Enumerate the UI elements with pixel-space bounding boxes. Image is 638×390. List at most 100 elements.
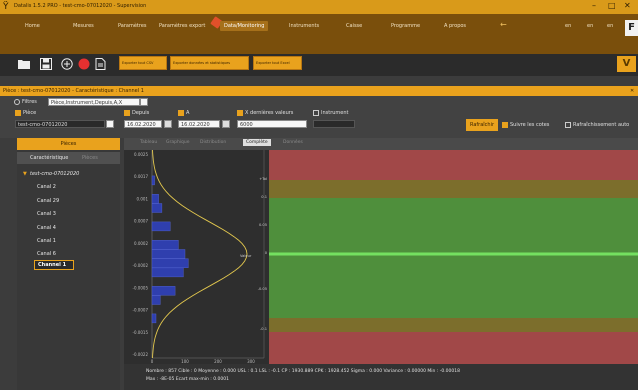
filters-dropdown-icon[interactable] xyxy=(140,98,148,106)
x-values-checkbox[interactable] xyxy=(237,110,243,116)
histogram-bar xyxy=(151,221,171,232)
tab-pieces[interactable]: Pièces xyxy=(17,138,120,150)
control-limit-label: 0.05 xyxy=(259,223,267,227)
control-limit-labels: +Tol 0.1 0.05 0 -0.05 -0.1 Valeur xyxy=(240,177,268,331)
menu-item-parametres[interactable]: Paramètres xyxy=(118,23,147,29)
follow-checkbox[interactable] xyxy=(502,122,508,128)
menu-item-a-propos[interactable]: A propos xyxy=(444,23,466,29)
y-tick-label: 0.0007 xyxy=(134,219,148,224)
tree-item[interactable]: Canal 3 xyxy=(37,211,56,217)
x-values-field[interactable]: 6000 xyxy=(237,120,307,128)
depuis-checkbox[interactable] xyxy=(124,110,130,116)
piece-select[interactable]: test-cmo-07012020 xyxy=(15,120,105,128)
center-tag: Valeur xyxy=(240,254,252,258)
lang-button-1[interactable]: en xyxy=(565,23,571,29)
y-tick-label: -0.0022 xyxy=(133,352,149,357)
tab-distribution[interactable]: Distribution xyxy=(200,140,226,145)
depuis-date-field[interactable]: 16.02.2020 xyxy=(124,120,162,128)
band-olive-bottom xyxy=(269,318,638,332)
a-date-field[interactable]: 16.02.2020 xyxy=(178,120,220,128)
auto-refresh-checkbox[interactable] xyxy=(565,122,571,128)
maximize-button[interactable]: □ xyxy=(608,2,616,10)
back-arrow-icon[interactable]: ← xyxy=(500,20,507,29)
subtab-caracteristique[interactable]: Caractéristique xyxy=(30,155,68,161)
open-folder-icon[interactable] xyxy=(17,58,31,70)
menu-item-programme[interactable]: Programme xyxy=(391,23,420,29)
histogram-bar xyxy=(151,295,161,305)
stats-line-2: Max : -8E-05 Ecart max-min : 0.0001 xyxy=(146,377,229,382)
fat-client-icon[interactable]: F xyxy=(625,20,638,36)
tab-donnees[interactable]: Données xyxy=(283,140,303,145)
control-limit-label: 0.1 xyxy=(261,195,267,199)
tab-complete[interactable]: Complète xyxy=(243,139,271,146)
tree-item[interactable]: Canal 2 xyxy=(37,184,56,190)
refresh-button[interactable]: Rafraîchir xyxy=(466,119,498,131)
y-tick-label: 0.0025 xyxy=(134,152,148,157)
menu-item-instruments[interactable]: Instruments xyxy=(289,23,319,29)
band-red-top xyxy=(269,150,638,180)
menu-item-parametres-export[interactable]: Paramètres export xyxy=(159,23,205,29)
menu-item-mesures[interactable]: Mesures xyxy=(73,23,94,29)
panel-header: Pièce : test-cmo-07012020 - Caractéristi… xyxy=(0,86,638,96)
document-icon[interactable] xyxy=(95,58,106,70)
menu-item-home[interactable]: Home xyxy=(25,23,40,29)
a-calendar-icon[interactable] xyxy=(222,120,230,128)
histogram-bar xyxy=(151,194,159,204)
histogram-bar xyxy=(151,286,176,296)
instrument-select[interactable] xyxy=(313,120,355,128)
subtab-pieces[interactable]: Pièces xyxy=(82,155,98,161)
collapse-corner-icon[interactable]: V xyxy=(617,56,636,72)
menu-bar xyxy=(0,14,638,54)
lang-button-2[interactable]: en xyxy=(587,23,593,29)
add-icon[interactable] xyxy=(61,58,73,70)
tree-item[interactable]: Canal 4 xyxy=(37,225,56,231)
auto-refresh-label: Rafraîchissement auto xyxy=(573,122,630,128)
filter-toggle-icon[interactable] xyxy=(14,99,20,105)
histogram-bar xyxy=(151,175,155,186)
y-tick-label: 0.001 xyxy=(137,196,149,201)
band-red-bottom xyxy=(269,332,638,364)
histogram-bar xyxy=(151,258,189,268)
filters-field[interactable]: Pièce,Instrument,Depuis,A,X xyxy=(48,98,140,106)
tree-expand-icon[interactable]: ▼ xyxy=(23,171,27,177)
tree-item[interactable]: Canal 29 xyxy=(37,198,59,204)
instrument-label: Instrument xyxy=(321,110,349,116)
instrument-checkbox[interactable] xyxy=(313,110,319,116)
histogram-bar xyxy=(151,249,186,259)
tree-item[interactable]: Canal 1 xyxy=(37,238,56,244)
y-tick-label: 0.0017 xyxy=(134,174,148,179)
filters-label: Filtres xyxy=(22,99,37,105)
tree-root[interactable]: test-cmo-07012020 xyxy=(30,171,79,177)
panel-close-icon[interactable]: ✕ xyxy=(630,88,634,94)
tab-tableau[interactable]: Tableau xyxy=(140,140,157,145)
y-tick-label: -0.0002 xyxy=(133,263,149,268)
chart-svg: 0.0025 0.0017 0.001 0.0007 0.0002 -0.0002 -0.0… xyxy=(133,149,638,364)
control-limit-label: +Tol xyxy=(259,177,267,181)
export-data-stats-button[interactable]: Exporter données et statistiques xyxy=(170,56,249,70)
app-logo-icon: Ÿ xyxy=(3,2,9,12)
minimize-button[interactable]: – xyxy=(592,2,596,10)
piece-dropdown-icon[interactable] xyxy=(106,120,114,128)
a-checkbox[interactable] xyxy=(178,110,184,116)
chart-area: 0.0025 0.0017 0.001 0.0007 0.0002 -0.0002 -0.0… xyxy=(124,149,638,364)
lang-button-3[interactable]: en xyxy=(607,23,613,29)
tree-item[interactable]: Canal 6 xyxy=(37,251,56,257)
menu-item-data-monitoring[interactable]: Data/Monitoring xyxy=(220,21,269,31)
export-all-csv-button[interactable]: Exporter tout CSV xyxy=(119,56,167,70)
control-limit-label: -0.05 xyxy=(258,287,267,291)
piece-checkbox[interactable] xyxy=(15,110,21,116)
a-label: A xyxy=(186,110,190,116)
y-tick-labels: 0.0025 0.0017 0.001 0.0007 0.0002 -0.0002 -0.0… xyxy=(133,152,149,357)
histogram-bar xyxy=(151,203,163,213)
depuis-calendar-icon[interactable] xyxy=(164,120,172,128)
save-icon[interactable] xyxy=(40,58,52,70)
histogram-bar xyxy=(151,313,157,324)
menu-item-caisse[interactable]: Caisse xyxy=(346,23,362,29)
tree-item-selected[interactable]: Channel 1 xyxy=(34,260,74,270)
export-all-excel-button[interactable]: Exporter tout Excel xyxy=(253,56,302,70)
follow-label: Suivre les cotes xyxy=(510,122,550,128)
stats-bar: Nombre : 857 Cible : 0 Moyenne : 0.000 U… xyxy=(124,364,638,390)
close-button[interactable]: ✕ xyxy=(624,2,631,10)
record-icon[interactable] xyxy=(78,58,90,70)
tab-graphique[interactable]: Graphique xyxy=(166,140,190,145)
